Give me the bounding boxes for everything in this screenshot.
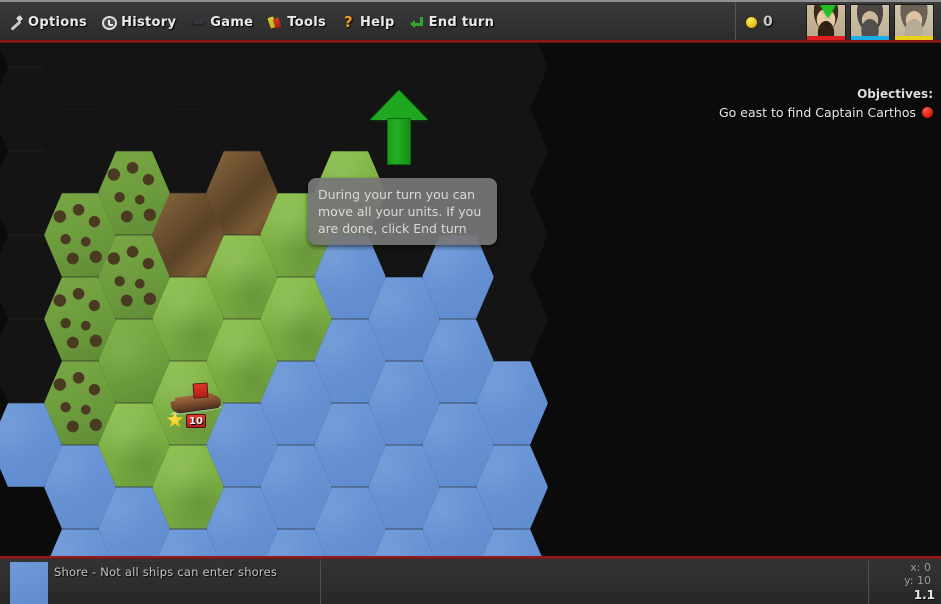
gold-coin-icon [746, 16, 757, 28]
objectives-title: Objectives: [857, 87, 933, 101]
tutorial-tooltip: During your turn you can move all your u… [308, 178, 497, 245]
statusbar-separator-1 [320, 559, 321, 604]
enter-arrow-icon [409, 15, 425, 30]
menu-item-label: Options [28, 14, 88, 30]
hex-tile[interactable] [476, 277, 548, 361]
hex-tile[interactable] [476, 445, 548, 529]
menu-item-label: Game [210, 14, 254, 30]
objectives-row: Go east to find Captain Carthos [719, 105, 933, 120]
version-label: 1.1 [913, 588, 935, 602]
boat-cabin [192, 382, 209, 399]
unit-hp-badge: 10 [186, 414, 206, 428]
unit-boat[interactable]: 10 [163, 376, 227, 440]
hex-terrain [476, 43, 548, 109]
clock-icon [102, 16, 118, 30]
menu-item-end-turn[interactable]: End turn [405, 12, 503, 33]
hex-tile[interactable] [476, 43, 548, 109]
terrain-description: Shore - Not all ships can enter shores [54, 565, 278, 579]
status-bar: Shore - Not all ships can enter shores x… [0, 556, 941, 604]
hex-terrain [476, 445, 548, 529]
menu-item-label: History [121, 14, 177, 30]
portrait-yellow-player[interactable] [894, 4, 934, 42]
coordinate-x: x: 0 [910, 561, 931, 574]
gold-counter: 0 [735, 2, 773, 42]
objective-marker-icon [922, 107, 933, 118]
hat-icon [191, 15, 207, 30]
player-portraits [806, 4, 934, 42]
top-menu-bar: Options History Game Tools? Help End turn 0 [0, 0, 941, 42]
hint-arrow-head [370, 90, 428, 120]
menu-item-tools[interactable]: Tools [263, 12, 334, 33]
menu-item-history[interactable]: History [97, 12, 184, 33]
topbar-divider [0, 40, 941, 43]
hex-tile[interactable] [476, 361, 548, 445]
menu-item-game[interactable]: Game [186, 12, 261, 33]
hex-tile[interactable] [476, 529, 548, 556]
menu-item-label: End turn [428, 14, 495, 30]
coordinate-y: y: 10 [904, 574, 931, 587]
blocks-icon [268, 15, 283, 30]
map-coordinates: x: 0 y: 10 [904, 561, 931, 587]
terrain-swatch [10, 562, 48, 604]
wrench-icon [9, 15, 24, 30]
question-mark-icon: ? [343, 12, 353, 31]
menu-item-help[interactable]: ? Help [336, 12, 403, 33]
active-player-arrow-icon [819, 5, 837, 18]
portrait-red-player[interactable] [806, 4, 846, 42]
hex-terrain [476, 361, 548, 445]
menu-item-label: Help [360, 14, 395, 30]
hint-arrow-up-icon [370, 90, 428, 165]
menu: Options History Game Tools? Help End turn [4, 2, 504, 42]
hex-terrain [476, 529, 548, 556]
game-window: 10 During your turn you can move all you… [0, 0, 941, 604]
objectives-panel: Objectives: Go east to find Captain Cart… [719, 87, 933, 120]
menu-item-label: Tools [287, 14, 326, 30]
statusbar-divider [0, 556, 941, 559]
statusbar-separator-2 [868, 559, 869, 604]
objectives-text: Go east to find Captain Carthos [718, 105, 916, 120]
hint-arrow-shaft [387, 118, 411, 165]
hex-terrain [476, 277, 548, 361]
gold-amount: 0 [763, 14, 773, 30]
menu-item-options[interactable]: Options [4, 12, 95, 33]
boat-icon [169, 382, 223, 417]
game-map[interactable]: 10 During your turn you can move all you… [0, 43, 941, 556]
portrait-blue-player[interactable] [850, 4, 890, 42]
